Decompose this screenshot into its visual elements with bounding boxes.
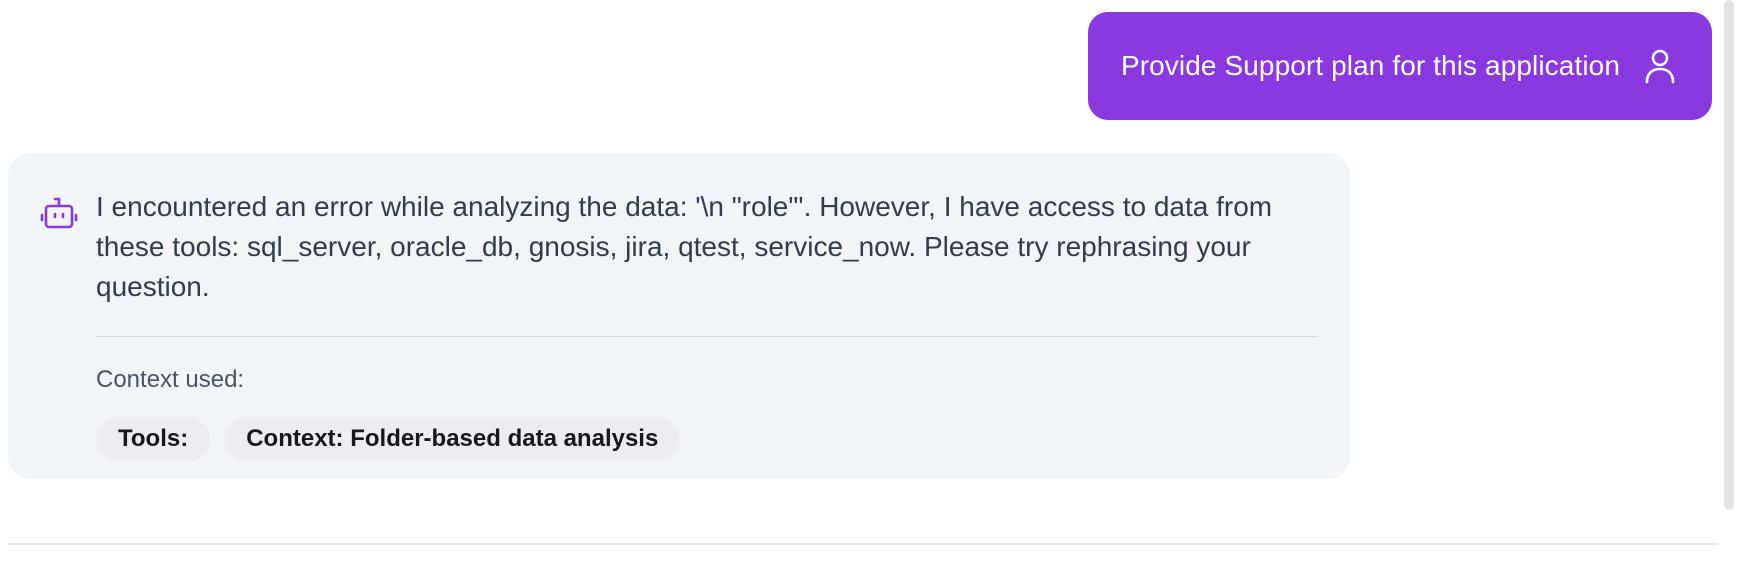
assistant-message-bubble: I encountered an error while analyzing t… <box>8 153 1350 479</box>
context-used-label: Context used: <box>96 366 245 393</box>
context-chip: Context: Folder-based data analysis <box>224 417 681 461</box>
context-chips: Tools: Context: Folder-based data analys… <box>96 417 1318 461</box>
bot-icon <box>40 195 78 233</box>
assistant-message-body: I encountered an error while analyzing t… <box>96 187 1318 479</box>
user-message-text: Provide Support plan for this applicatio… <box>1120 50 1620 81</box>
scrollbar[interactable] <box>1722 0 1736 516</box>
context-divider <box>96 336 1318 337</box>
scrollbar-thumb[interactable] <box>1724 0 1734 510</box>
tools-chip: Tools: <box>96 417 211 461</box>
user-message-bubble: Provide Support plan for this applicatio… <box>1087 12 1712 120</box>
assistant-message-text: I encountered an error while analyzing t… <box>96 191 1273 302</box>
chat-thread: Provide Support plan for this applicatio… <box>0 0 1742 564</box>
composer-divider <box>8 543 1718 545</box>
user-icon <box>1642 48 1678 84</box>
